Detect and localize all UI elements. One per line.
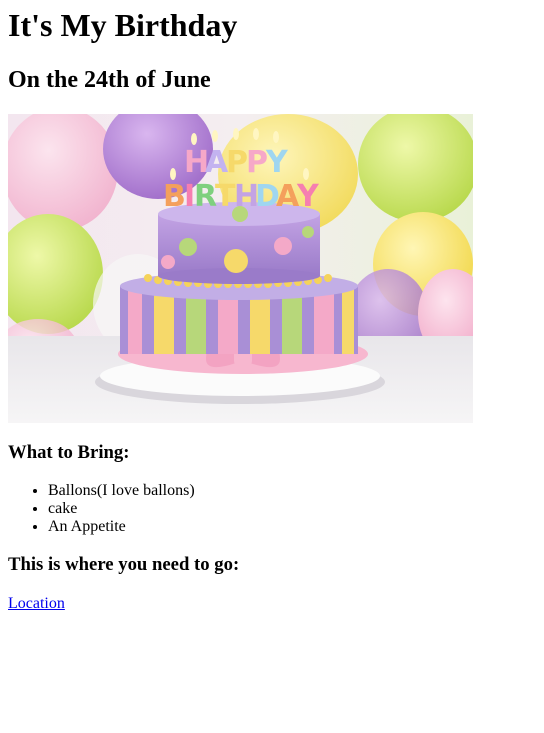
svg-text:T: T	[215, 179, 236, 214]
list-item: An Appetite	[48, 518, 536, 536]
location-heading: This is where you need to go:	[8, 554, 240, 575]
page-content: It's My Birthday On the 24th of June H A…	[0, 6, 544, 614]
page-title: It's My Birthday	[8, 7, 238, 43]
list-item: cake	[48, 500, 536, 518]
bring-heading: What to Bring:	[8, 442, 130, 463]
svg-text:P: P	[226, 145, 248, 180]
svg-text:P: P	[246, 145, 268, 180]
svg-text:B: B	[163, 179, 186, 214]
list-item: Ballons(I love ballons)	[48, 482, 536, 500]
page-subtitle: On the 24th of June	[8, 67, 211, 93]
svg-text:Y: Y	[296, 179, 320, 214]
svg-text:R: R	[194, 179, 217, 214]
location-link[interactable]: Location	[8, 595, 65, 612]
birthday-cake-image: H A P P Y B I R T H D A Y	[8, 114, 473, 423]
bring-list: Ballons(I love ballons) cake An Appetite	[8, 482, 536, 536]
location-paragraph: Location	[8, 594, 536, 614]
svg-text:Y: Y	[265, 145, 289, 180]
